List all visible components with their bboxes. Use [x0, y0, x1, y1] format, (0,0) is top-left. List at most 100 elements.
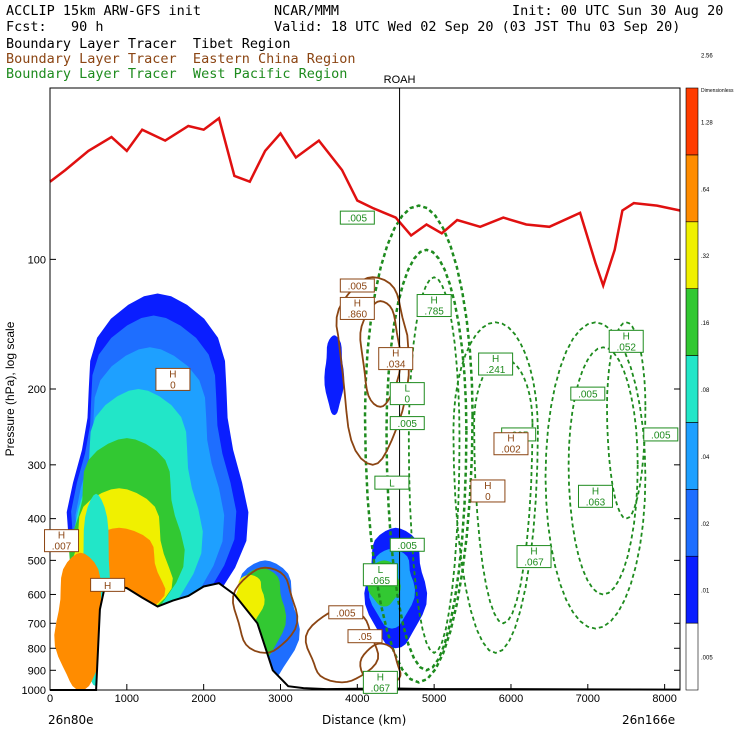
green-label-5-kind: L — [404, 384, 410, 395]
green-label-1-value: .785 — [424, 307, 444, 318]
green-label-11: .005 — [389, 537, 425, 552]
tibet-label-1: H.007 — [44, 529, 80, 553]
brown-label-4-kind: H — [484, 481, 491, 492]
colorbar-level-7: .64 — [701, 187, 710, 193]
x-tick-label: 2000 — [191, 693, 215, 705]
x-tick-label: 4000 — [345, 693, 369, 705]
brown-label-5: .005 — [328, 605, 364, 620]
x-tick-label: 1000 — [115, 693, 139, 705]
green-label-10-value: .063 — [586, 497, 606, 508]
brown-label-3: H.002 — [493, 432, 529, 456]
colorbar-swatch-6 — [685, 221, 699, 289]
green-label-12-value: .067 — [524, 558, 544, 569]
green-label-13-value: .065 — [371, 576, 391, 587]
x-tick-label: 5000 — [422, 693, 446, 705]
roah-label: ROAH — [384, 74, 416, 86]
green-label-14: H.067 — [362, 670, 398, 694]
y-tick-label: 600 — [28, 589, 46, 601]
brown-label-5-value: .005 — [336, 608, 356, 619]
tibet-label-1-value: .007 — [52, 542, 72, 553]
colorbar-swatch-4 — [685, 355, 699, 423]
tibet-label-1-kind: H — [58, 531, 65, 542]
brown-label-4-value: 0 — [485, 492, 491, 503]
brown-label-0-value: .005 — [348, 282, 368, 293]
green-label-13-kind: L — [378, 565, 384, 576]
colorbar-level-0: .005 — [701, 656, 713, 662]
green-label-3-kind: H — [623, 331, 630, 342]
green-label-4-value: .005 — [578, 390, 598, 401]
green-label-14-value: .067 — [371, 683, 391, 694]
colorbar-swatch-0 — [685, 622, 699, 691]
green-label-10-kind: H — [592, 486, 599, 497]
colorbar-swatch-3 — [685, 422, 699, 490]
brown-label-2: H.034 — [378, 347, 414, 371]
colorbar-level-1: .01 — [701, 589, 710, 595]
brown-label-1: H.860 — [339, 296, 375, 320]
tibet-label-0-value: 0 — [170, 380, 176, 391]
cross-section-plot: ROAH 0 1000 2000 3000 4000 5000 6000 7000 800010… — [3, 54, 734, 705]
green-label-10: H.063 — [577, 484, 613, 508]
colorbar-title: Dimensionless — [701, 88, 734, 94]
x-tick-label: 8000 — [652, 693, 676, 705]
colorbar-swatch-2 — [685, 489, 699, 557]
green-label-12-kind: H — [530, 547, 537, 558]
x-tick-label: 7000 — [576, 693, 600, 705]
brown-label-1-kind: H — [354, 298, 361, 309]
tibet-label-2-kind: H — [104, 581, 111, 592]
brown-label-3-value: .002 — [501, 445, 521, 456]
x-axis-title: Distance (km) — [322, 713, 407, 727]
green-label-5-value: 0 — [404, 395, 410, 406]
y-tick-label: 300 — [28, 460, 46, 472]
brown-label-6-value: .05 — [358, 632, 372, 643]
y-tick-label: 800 — [28, 643, 46, 655]
green-label-5: L0 — [389, 382, 425, 406]
y-tick-label: 900 — [28, 665, 46, 677]
y-tick-label: 400 — [28, 514, 46, 526]
brown-label-4: H0 — [470, 479, 506, 503]
green-label-12: H.067 — [516, 545, 552, 569]
brown-label-1-value: .860 — [348, 309, 368, 320]
green-label-0-value: .005 — [348, 214, 368, 225]
green-label-13: L.065 — [362, 563, 398, 587]
colorbar-level-9: 2.56 — [701, 54, 713, 60]
colorbar-level-4: .08 — [701, 388, 710, 394]
green-label-2: H.241 — [478, 352, 514, 376]
colorbar-level-3: .04 — [701, 455, 710, 461]
x-tick-label: 0 — [47, 693, 53, 705]
colorbar-level-2: .02 — [701, 522, 710, 528]
green-label-3-value: .052 — [616, 342, 636, 353]
green-label-6-value: .005 — [398, 419, 418, 430]
brown-label-0: .005 — [339, 278, 375, 293]
tibet-label-2: H — [90, 577, 126, 592]
y-tick-label: 1000 — [22, 685, 46, 697]
brown-label-2-value: .034 — [386, 360, 406, 371]
green-label-4: .005 — [570, 386, 606, 401]
brown-label-6: .05 — [347, 629, 383, 644]
y-tick-label: 100 — [28, 254, 46, 266]
x-tick-label: 3000 — [268, 693, 292, 705]
brown-label-3-kind: H — [507, 434, 514, 445]
y-tick-label: 700 — [28, 618, 46, 630]
green-label-3: H.052 — [608, 329, 644, 353]
green-label-11-value: .005 — [398, 541, 418, 552]
colorbar-swatch-1 — [685, 555, 699, 624]
green-label-9-kind: L — [389, 479, 395, 490]
y-axis-title: Pressure (hPa), log scale — [3, 321, 17, 456]
green-label-1-kind: H — [431, 296, 438, 307]
green-label-8: .005 — [643, 427, 679, 442]
y-tick-label: 500 — [28, 555, 46, 567]
green-label-1: H.785 — [416, 294, 452, 318]
colorbar-swatch-7 — [685, 154, 699, 223]
green-label-9: L — [374, 475, 410, 490]
green-label-8-value: .005 — [651, 430, 671, 441]
colorbar-level-5: .16 — [701, 321, 710, 327]
colorbar-swatch-8 — [685, 87, 699, 156]
green-label-0: .005 — [339, 210, 375, 225]
colorbar-level-8: 1.28 — [701, 120, 713, 126]
green-label-14-kind: H — [377, 672, 384, 683]
brown-label-2-kind: H — [392, 349, 399, 360]
green-label-2-kind: H — [492, 354, 499, 365]
colorbar-swatch-5 — [685, 288, 699, 356]
y-tick-label: 200 — [28, 384, 46, 396]
x-left-label: 26n80e — [48, 713, 94, 727]
